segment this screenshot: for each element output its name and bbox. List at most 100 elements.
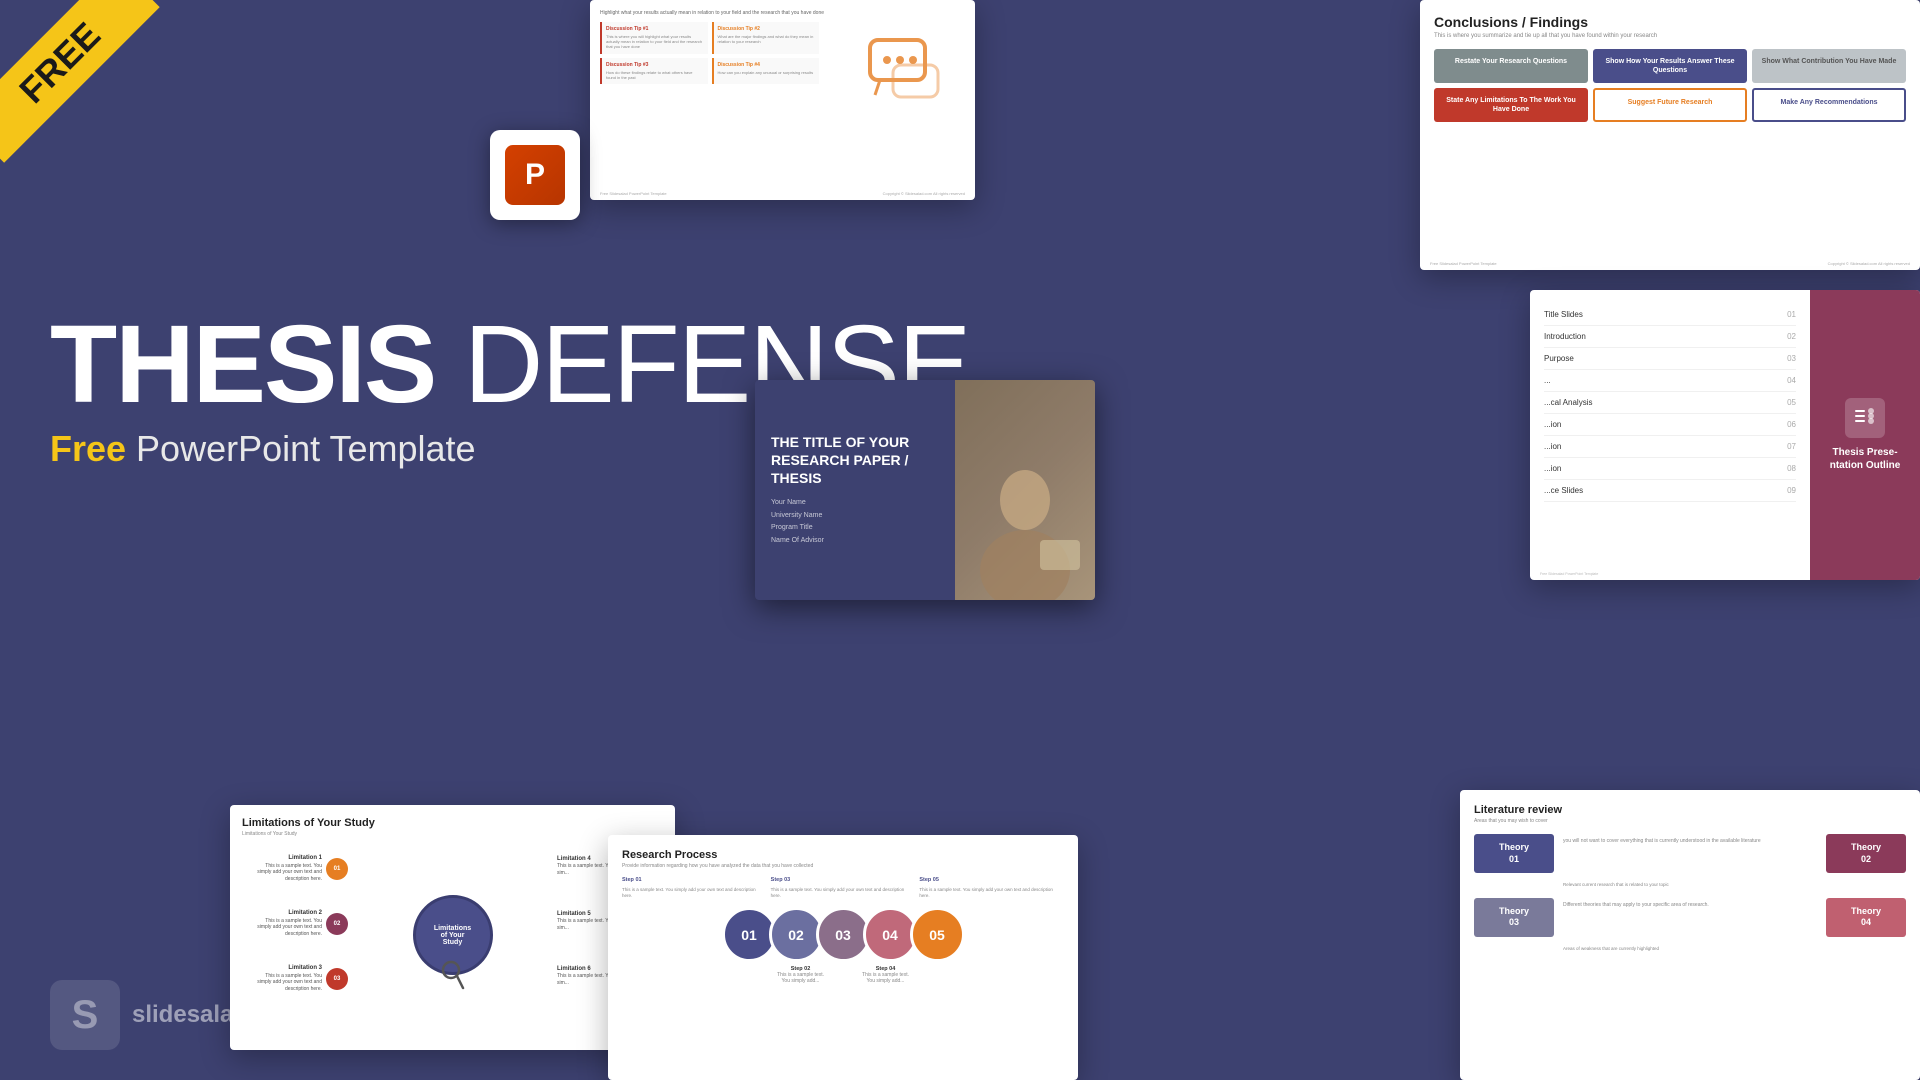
- limitations-subtitle: Limitations of Your Study: [242, 831, 663, 837]
- step-bottom-4-desc: This is a sample text. You simply add...: [858, 972, 913, 984]
- proc-circle-5: 05: [910, 907, 965, 962]
- research-name: Your Name: [771, 497, 939, 510]
- slide-process-preview: Research Process Provide information reg…: [608, 835, 1078, 1080]
- outline-item-1: Title Slides 01: [1544, 304, 1796, 326]
- outline-label-1: Title Slides: [1544, 310, 1583, 319]
- literature-desc-row: Relevant current research that is relate…: [1474, 878, 1906, 892]
- outline-list: Title Slides 01 Introduction 02 Purpose …: [1530, 290, 1810, 580]
- lim-circle-3: 03: [326, 968, 348, 990]
- lim-node-3-text: Limitation 3 This is a sample text. You …: [252, 965, 322, 992]
- discussion-tips-grid: Discussion Tip #1 This is where you will…: [600, 22, 819, 84]
- conclusions-subtitle: This is where you summarize and tie up a…: [1434, 33, 1906, 39]
- slide-outline-preview: Title Slides 01 Introduction 02 Purpose …: [1530, 290, 1920, 580]
- discussion-footer: Free Slidesalad PowerPoint Template Copy…: [600, 191, 965, 196]
- research-program: Program Title: [771, 522, 939, 535]
- conclusions-cards-grid: Restate Your Research Questions Show How…: [1434, 49, 1906, 122]
- conc-card-3: Show What Contribution You Have Made: [1752, 49, 1906, 83]
- tip4-body: How can you explain any unusual or surpr…: [718, 70, 816, 75]
- tip3-title: Discussion Tip #3: [606, 62, 704, 68]
- outline-icon: [1845, 398, 1885, 438]
- step-bottom-4: Step 04 This is a sample text. You simpl…: [858, 966, 913, 984]
- theory-desc-03: Different theories that may apply to you…: [1559, 898, 1821, 937]
- theory-desc-02: Relevant current research that is relate…: [1559, 878, 1821, 892]
- literature-desc-row2: Areas of weakness that are currently hig…: [1474, 942, 1906, 956]
- theory-box-01: Theory01: [1474, 834, 1554, 873]
- tip1-title: Discussion Tip #1: [606, 26, 704, 32]
- limitations-title: Limitations of Your Study: [242, 817, 663, 829]
- step-col-3: Step 03 This is a sample text. You simpl…: [771, 877, 916, 899]
- step-bottom-2: Step 02 This is a sample text. You simpl…: [773, 966, 828, 984]
- outline-label-3: Purpose: [1544, 354, 1574, 363]
- outline-item-9: ...ce Slides 09: [1544, 480, 1796, 502]
- tip1-body: This is where you will highlight what yo…: [606, 34, 704, 50]
- disc-tip-1: Discussion Tip #1 This is where you will…: [600, 22, 708, 54]
- outline-item-7: ...ion 07: [1544, 436, 1796, 458]
- conc-card-6: Make Any Recommendations: [1752, 88, 1906, 122]
- conc-card-5: Suggest Future Research: [1593, 88, 1747, 122]
- outline-label-2: Introduction: [1544, 332, 1586, 341]
- free-banner: FREE: [0, 0, 180, 180]
- outline-footer: Free Slidesalad PowerPoint Template: [1540, 572, 1598, 576]
- theory-desc-04: Areas of weakness that are currently hig…: [1559, 942, 1821, 956]
- slide-discussion-preview: Highlight what your results actually mea…: [590, 0, 975, 200]
- process-title: Research Process: [622, 849, 1064, 861]
- process-bottom-labels: Step 02 This is a sample text. You simpl…: [622, 966, 1064, 984]
- discussion-footer-left: Free Slidesalad PowerPoint Template: [600, 191, 667, 196]
- lim-center-label: Limitationsof YourStudy: [434, 925, 471, 946]
- outline-num-3: 03: [1787, 354, 1796, 363]
- outline-label-6: ...ion: [1544, 420, 1561, 429]
- outline-num-7: 07: [1787, 442, 1796, 451]
- step-desc-5: This is a sample text. You simply add yo…: [919, 887, 1064, 900]
- outline-label-4: ...: [1544, 376, 1551, 385]
- lim-node-1: Limitation 1 This is a sample text. You …: [252, 855, 348, 882]
- tip2-body: What are the major findings and what do …: [718, 34, 816, 44]
- subtitle-rest: PowerPoint Template: [126, 428, 476, 469]
- subtitle-free: Free: [50, 428, 126, 469]
- discussion-header: Highlight what your results actually mea…: [600, 10, 965, 16]
- outline-item-3: Purpose 03: [1544, 348, 1796, 370]
- outline-num-5: 05: [1787, 398, 1796, 407]
- disc-tip-3: Discussion Tip #3 How do these findings …: [600, 58, 708, 84]
- slide-conclusions-preview: Conclusions / Findings This is where you…: [1420, 0, 1920, 270]
- logo-icon: S: [50, 980, 120, 1050]
- conclusions-title: Conclusions / Findings: [1434, 14, 1906, 30]
- research-title: THE TITLE OF YOUR RESEARCH PAPER / THESI…: [771, 433, 939, 488]
- outline-right-panel: Thesis Prese­ntation Outline: [1810, 290, 1920, 580]
- outline-label-9: ...ce Slides: [1544, 486, 1583, 495]
- lit-spacer-left: [1474, 878, 1554, 892]
- research-meta: Your Name University Name Program Title …: [771, 497, 939, 547]
- process-subtitle: Provide information regarding how you ha…: [622, 863, 1064, 869]
- title-word-thesis: THESIS: [50, 303, 435, 426]
- brand-logo: S slidesalad: [50, 980, 248, 1050]
- slide-literature-preview: Literature review Areas that you may wis…: [1460, 790, 1920, 1080]
- outline-panel-title: Thesis Prese­ntation Outline: [1820, 446, 1910, 472]
- research-content: THE TITLE OF YOUR RESEARCH PAPER / THESI…: [755, 380, 955, 600]
- process-steps-top: Step 01 This is a sample text. You simpl…: [622, 877, 1064, 899]
- powerpoint-icon: P: [490, 130, 580, 220]
- conclusions-footer: Free Slidesalad PowerPoint Template Copy…: [1430, 261, 1910, 266]
- outline-item-5: ...cal Analysis 05: [1544, 392, 1796, 414]
- lim-node-3: Limitation 3 This is a sample text. You …: [252, 965, 348, 992]
- magnify-icon: [441, 960, 465, 995]
- literature-grid: Theory01 you will not want to cover ever…: [1474, 834, 1906, 873]
- theory-box-03: Theory03: [1474, 898, 1554, 937]
- lim-node-2-text: Limitation 2 This is a sample text. You …: [252, 910, 322, 937]
- outline-item-2: Introduction 02: [1544, 326, 1796, 348]
- conc-card-1: Restate Your Research Questions: [1434, 49, 1588, 83]
- step-col-1: Step 01 This is a sample text. You simpl…: [622, 877, 767, 899]
- lim-circle-1: 01: [326, 858, 348, 880]
- process-circles: 01 02 03 04 05: [622, 907, 1064, 962]
- literature-subtitle: Areas that you may wish to cover: [1474, 818, 1906, 824]
- outline-label-5: ...cal Analysis: [1544, 398, 1592, 407]
- outline-num-9: 09: [1787, 486, 1796, 495]
- outline-num-2: 02: [1787, 332, 1796, 341]
- outline-label-7: ...ion: [1544, 442, 1561, 451]
- literature-row2: Theory03 Different theories that may app…: [1474, 898, 1906, 937]
- step-desc-1: This is a sample text. You simply add yo…: [622, 887, 767, 900]
- conc-card-2: Show How Your Results Answer These Quest…: [1593, 49, 1747, 83]
- lit-spacer2-right: [1826, 942, 1906, 956]
- lim-node-2: Limitation 2 This is a sample text. You …: [252, 910, 348, 937]
- lim-node-1-text: Limitation 1 This is a sample text. You …: [252, 855, 322, 882]
- step-label-1: Step 01: [622, 877, 767, 885]
- outline-num-1: 01: [1787, 310, 1796, 319]
